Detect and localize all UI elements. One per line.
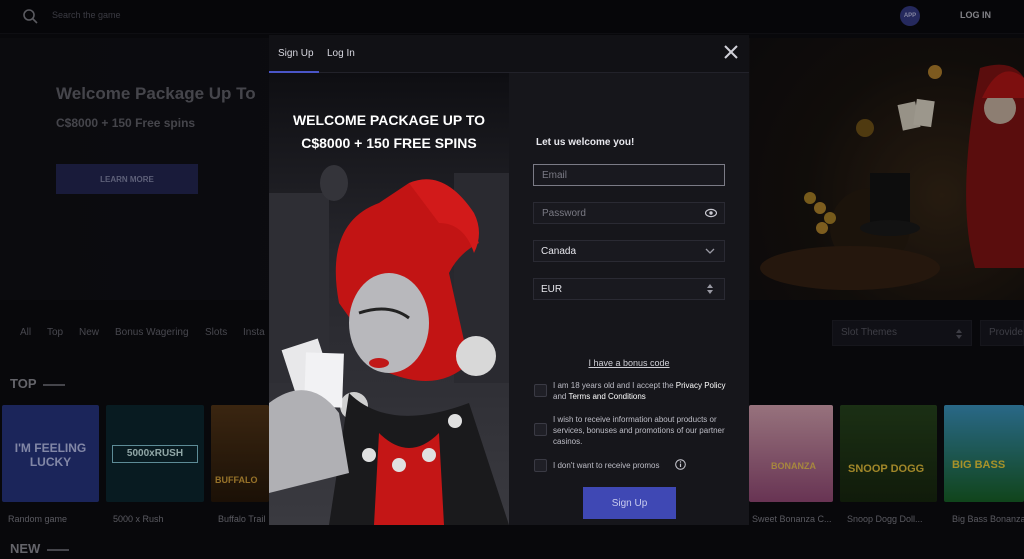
promo-line-1: WELCOME PACKAGE UP TO — [292, 112, 486, 128]
age-terms-label: I am 18 years old and I accept the Priva… — [553, 380, 733, 402]
chevron-down-icon — [705, 248, 715, 254]
close-icon[interactable] — [723, 44, 739, 60]
tab-log-in[interactable]: Log In — [327, 48, 355, 59]
tab-sign-up[interactable]: Sign Up — [278, 48, 314, 59]
eye-icon[interactable] — [705, 208, 717, 218]
marketing-checkbox[interactable] — [534, 423, 547, 436]
marketing-label: I wish to receive information about prod… — [553, 415, 725, 446]
email-field[interactable] — [533, 164, 725, 186]
currency-value: EUR — [541, 284, 563, 295]
modal-tabs: Sign Up Log In — [269, 35, 749, 73]
updown-icon — [707, 284, 713, 294]
signup-form: Let us welcome you! Canada EUR I have a … — [509, 73, 749, 525]
form-title: Let us welcome you! — [536, 137, 635, 148]
promo-headline: WELCOME PACKAGE UP TO C$8000 + 150 FREE … — [269, 109, 509, 155]
password-field[interactable] — [533, 202, 725, 224]
age-terms-checkbox[interactable] — [534, 384, 547, 397]
country-value: Canada — [541, 246, 577, 257]
age-terms-and: and — [553, 392, 569, 401]
no-promos-label: I don't want to receive promos — [553, 461, 660, 470]
info-icon[interactable] — [675, 459, 686, 470]
privacy-policy-link[interactable]: Privacy Policy — [676, 381, 726, 390]
sign-up-button[interactable]: Sign Up — [583, 487, 676, 519]
promo-line-2: C$8000 + 150 FREE SPINS — [301, 135, 477, 151]
age-terms-text: I am 18 years old and I accept the — [553, 381, 676, 390]
promo-panel: WELCOME PACKAGE UP TO C$8000 + 150 FREE … — [269, 73, 509, 525]
page-root: Search the game APP LOG IN Welcome Packa… — [0, 0, 1024, 559]
bonus-code-link[interactable]: I have a bonus code — [509, 358, 749, 368]
signup-modal: Sign Up Log In WELCOME PACKAGE UP TO C$8… — [269, 35, 749, 525]
terms-link[interactable]: Terms and Conditions — [568, 392, 645, 401]
no-promos-checkbox[interactable] — [534, 459, 547, 472]
